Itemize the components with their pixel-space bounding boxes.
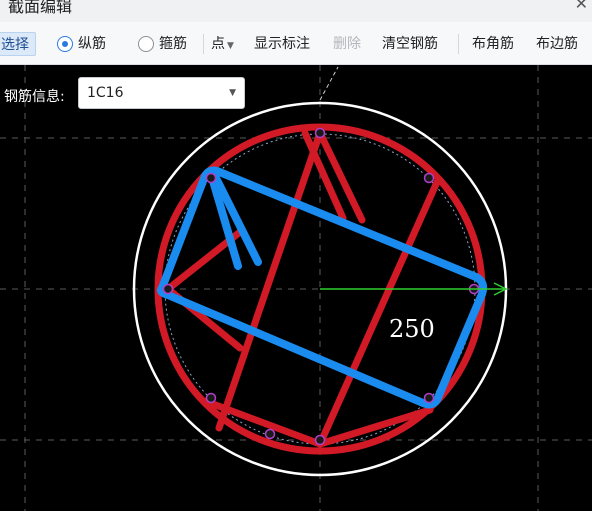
rect-stirrup [156, 166, 488, 409]
corner-rebar-button[interactable]: 布角筋 [472, 32, 514, 56]
stirrup-radio[interactable] [138, 36, 154, 52]
rebar-info-label: 钢筋信息: [4, 89, 65, 105]
delete-button[interactable]: 删除 [333, 32, 361, 56]
toolbar: 选择 纵筋 箍筋 点 ▼ 显示标注 删除 清空钢筋 布角筋 布边筋 [0, 22, 592, 65]
dimension-label: 250 [389, 315, 435, 343]
show-annotation-button[interactable]: 显示标注 [254, 32, 310, 56]
edge-rebar-button[interactable]: 布边筋 [536, 32, 578, 56]
toolbar-separator [458, 34, 459, 54]
rebar-point[interactable] [423, 392, 435, 404]
rebar-point[interactable] [264, 428, 276, 440]
stirrup-radio-label[interactable]: 箍筋 [159, 32, 187, 56]
rebar-point[interactable] [205, 172, 217, 184]
rebar-point[interactable] [314, 434, 326, 446]
clear-rebar-button[interactable]: 清空钢筋 [382, 32, 438, 56]
window-title: 截面编辑 [8, 0, 73, 16]
rebar-point[interactable] [205, 392, 217, 404]
window-titlebar: 截面编辑 ✕ [0, 0, 592, 22]
point-dropdown[interactable]: 点 ▼ [211, 32, 234, 56]
rebar-point[interactable] [423, 172, 435, 184]
blue-stirrup [156, 166, 488, 409]
rebar-info-value: 1C16 [87, 85, 124, 101]
longitudinal-radio-label[interactable]: 纵筋 [78, 32, 106, 56]
select-button[interactable]: 选择 [0, 32, 36, 56]
chevron-down-icon: ▼ [227, 41, 234, 51]
point-dropdown-label: 点 [211, 36, 225, 52]
drawing-canvas[interactable]: 250 [0, 65, 592, 511]
rebar-point[interactable] [314, 127, 326, 139]
rebar-info-select[interactable]: 1C16 ▼ [78, 77, 245, 109]
rebar-point[interactable] [162, 283, 174, 295]
chevron-down-icon: ▼ [229, 88, 236, 98]
toolbar-separator [203, 34, 204, 54]
close-icon[interactable]: ✕ [575, 0, 588, 13]
longitudinal-radio[interactable] [57, 36, 73, 52]
leader-line [319, 66, 339, 101]
